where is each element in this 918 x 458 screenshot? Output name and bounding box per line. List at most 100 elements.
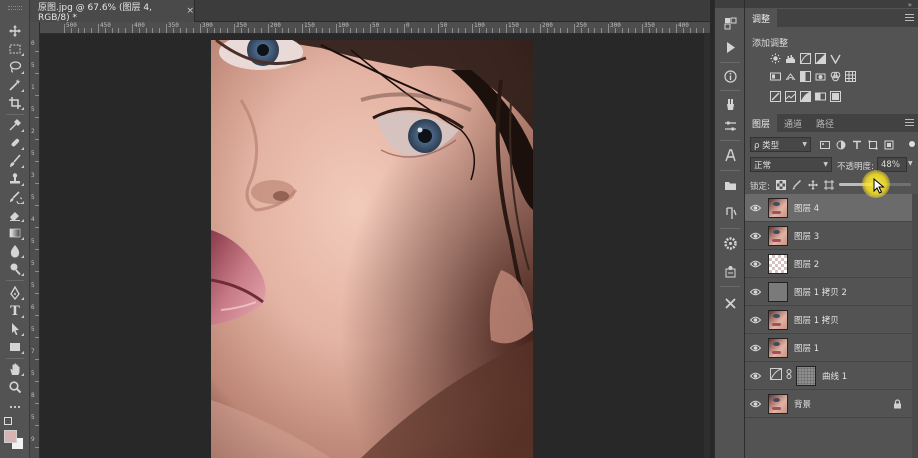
levels-icon[interactable] — [784, 52, 796, 64]
gradient-icon[interactable] — [3, 224, 27, 242]
layer-row[interactable]: 图层 2 — [745, 250, 912, 278]
layer-thumbnail[interactable] — [768, 281, 788, 302]
invert-icon[interactable] — [769, 90, 781, 102]
layer-thumbnail[interactable] — [768, 253, 788, 274]
move-icon[interactable] — [3, 22, 27, 40]
blend-mode-select[interactable]: 正常 ▼ — [750, 157, 832, 172]
filter-toggle-icon[interactable] — [909, 141, 915, 147]
hand-icon[interactable] — [3, 360, 27, 378]
color-lookup-icon[interactable] — [844, 70, 856, 82]
lock-image-pixels-icon[interactable] — [791, 179, 802, 190]
zoom-icon[interactable] — [3, 378, 27, 396]
character-panel-icon[interactable] — [721, 146, 739, 164]
eyedropper-icon[interactable] — [3, 116, 27, 134]
libraries-folder-icon[interactable] — [721, 176, 739, 194]
visibility-eye-icon[interactable] — [745, 288, 765, 296]
lock-position-icon[interactable] — [807, 179, 818, 190]
layer-kind-filter[interactable]: ρ 类型 ▼ — [750, 137, 811, 152]
layer-thumbnail[interactable] — [768, 309, 788, 330]
close-tab-icon[interactable]: × — [186, 6, 194, 16]
dodge-icon[interactable] — [3, 260, 27, 278]
canvas-image[interactable] — [211, 40, 533, 458]
lock-artboard-icon[interactable] — [823, 179, 834, 190]
layer-thumbnail[interactable] — [768, 225, 788, 246]
layer-row[interactable]: 曲线 1 — [745, 362, 912, 390]
link-chain-icon[interactable] — [782, 369, 792, 382]
layer-name[interactable]: 图层 1 拷贝 2 — [794, 286, 847, 298]
selective-color-icon[interactable] — [829, 90, 841, 102]
layer-thumbnail[interactable] — [768, 197, 788, 218]
clone-stamp-icon[interactable] — [3, 170, 27, 188]
info-icon[interactable] — [721, 67, 739, 85]
filter-shape-icon[interactable] — [867, 139, 878, 150]
visibility-eye-icon[interactable] — [745, 400, 765, 408]
rectangle-icon[interactable] — [3, 338, 27, 356]
paragraph-panel-icon[interactable] — [721, 204, 739, 222]
horizontal-ruler[interactable]: 500 450 400 350 300 250 200 150 100 50 0 50 100 150 20… — [40, 22, 710, 34]
history-panel-icon[interactable] — [721, 14, 739, 32]
layer-name[interactable]: 图层 1 拷贝 — [794, 314, 839, 326]
actions-play-icon[interactable] — [721, 38, 739, 56]
color-balance-icon[interactable] — [784, 70, 796, 82]
tab-layers[interactable]: 图层 — [745, 114, 778, 132]
curves-icon[interactable] — [799, 52, 811, 64]
layers-scrollbar[interactable] — [912, 194, 918, 458]
tab-adjustments[interactable]: 调整 — [745, 9, 778, 27]
filter-pixel-icon[interactable] — [819, 139, 830, 150]
opacity-dropdown-icon[interactable]: ▼ — [908, 160, 913, 167]
layer-row[interactable]: 图层 1 拷贝 — [745, 306, 912, 334]
panel-grip[interactable]: » — [745, 0, 918, 9]
tab-channels[interactable]: 通道 — [777, 114, 809, 132]
filter-type-icon[interactable] — [851, 139, 862, 150]
layer-name[interactable]: 背景 — [794, 398, 811, 410]
layer-name[interactable]: 图层 4 — [794, 202, 819, 214]
healing-brush-icon[interactable] — [3, 134, 27, 152]
marquee-icon[interactable] — [3, 40, 27, 58]
pen-icon[interactable] — [3, 284, 27, 302]
channel-mixer-icon[interactable] — [829, 70, 841, 82]
type-tool-icon[interactable]: T — [3, 302, 27, 320]
vibrance-icon[interactable] — [829, 52, 841, 64]
canvas-scrollbar[interactable] — [704, 34, 710, 458]
brush-icon[interactable] — [3, 152, 27, 170]
visibility-eye-icon[interactable] — [745, 344, 765, 352]
history-brush-icon[interactable] — [3, 188, 27, 206]
threshold-icon[interactable] — [799, 90, 811, 102]
foreground-color-swatch[interactable] — [4, 430, 17, 443]
photo-filter-icon[interactable] — [814, 70, 826, 82]
hue-saturation-icon[interactable] — [769, 70, 781, 82]
lock-transparent-pixels-icon[interactable] — [775, 179, 786, 190]
gradient-map-icon[interactable] — [814, 90, 826, 102]
visibility-eye-icon[interactable] — [745, 260, 765, 268]
brightness-contrast-icon[interactable] — [769, 52, 781, 64]
styles-panel-icon[interactable] — [721, 262, 739, 280]
lasso-icon[interactable] — [3, 58, 27, 76]
layer-name[interactable]: 图层 1 — [794, 342, 819, 354]
layer-thumbnail[interactable] — [768, 393, 788, 414]
black-white-icon[interactable] — [799, 70, 811, 82]
magic-wand-icon[interactable] — [3, 76, 27, 94]
more-tools-icon[interactable] — [3, 398, 27, 416]
tool-presets-icon[interactable] — [721, 294, 739, 312]
layer-name[interactable]: 图层 3 — [794, 230, 819, 242]
layer-name[interactable]: 曲线 1 — [822, 370, 847, 382]
curves-adjustment-icon[interactable] — [765, 368, 782, 383]
layer-row[interactable]: 图层 4 — [745, 194, 912, 222]
color-wheel-icon[interactable] — [721, 234, 739, 252]
brush-presets-icon[interactable] — [721, 95, 739, 113]
opacity-input[interactable]: 48% — [877, 157, 907, 172]
filter-adjustment-icon[interactable] — [835, 139, 846, 150]
layer-name[interactable]: 图层 2 — [794, 258, 819, 270]
layer-thumbnail[interactable] — [768, 337, 788, 358]
toolbar-grip[interactable] — [8, 6, 22, 10]
exposure-icon[interactable] — [814, 52, 826, 64]
strip-grip[interactable] — [715, 0, 744, 8]
crop-icon[interactable] — [3, 94, 27, 112]
visibility-eye-icon[interactable] — [745, 316, 765, 324]
layer-mask-thumbnail[interactable] — [796, 365, 816, 386]
adjustments-panel-menu-icon[interactable] — [905, 14, 914, 21]
brush-settings-icon[interactable] — [721, 117, 739, 135]
tab-paths[interactable]: 路径 — [809, 114, 841, 132]
blur-icon[interactable] — [3, 242, 27, 260]
eraser-icon[interactable] — [3, 206, 27, 224]
